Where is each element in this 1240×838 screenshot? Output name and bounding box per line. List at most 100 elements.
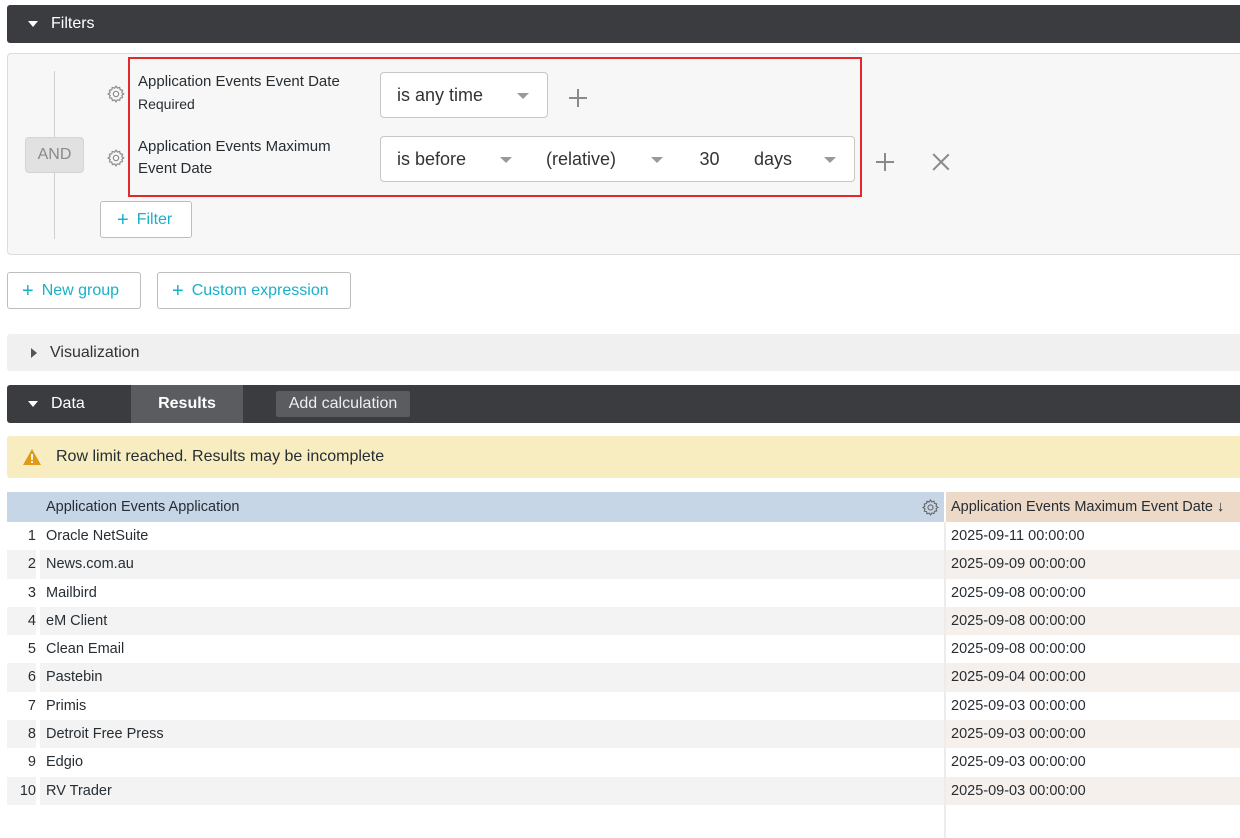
filter-field-label-max-event-date: Application Events Maximum Event Date bbox=[138, 136, 331, 180]
cell-application[interactable]: Clean Email bbox=[40, 635, 944, 664]
relative-value-input[interactable]: 30 bbox=[681, 136, 739, 182]
cell-application[interactable]: RV Trader bbox=[40, 776, 944, 805]
custom-expression-label: Custom expression bbox=[191, 281, 329, 299]
cell-max-event-date[interactable]: 2025-09-03 00:00:00 bbox=[946, 776, 1240, 805]
row-index: 2 bbox=[7, 550, 36, 579]
cell-application[interactable]: Detroit Free Press bbox=[40, 720, 944, 749]
plus-icon: + bbox=[22, 279, 34, 302]
table-body: 1 Oracle NetSuite 2025-09-11 00:00:00 2 News… bbox=[7, 522, 1240, 838]
table-row[interactable]: 3 Mailbird 2025-09-08 00:00:00 bbox=[7, 578, 1240, 607]
data-tab[interactable]: Data bbox=[51, 395, 85, 413]
field-label-line1: Application Events Maximum bbox=[138, 138, 331, 155]
column-header-max-event-date[interactable]: Application Events Maximum Event Date ↓ bbox=[946, 492, 1240, 522]
data-section-header: Data Results Add calculation bbox=[7, 385, 1240, 423]
column-header-application[interactable]: Application Events Application bbox=[40, 492, 944, 522]
table-row[interactable]: 5 Clean Email 2025-09-08 00:00:00 bbox=[7, 635, 1240, 664]
plus-icon[interactable] bbox=[876, 153, 894, 171]
field-label-line2: Event Date bbox=[138, 160, 213, 177]
table-row[interactable]: 6 Pastebin 2025-09-04 00:00:00 bbox=[7, 663, 1240, 692]
plus-icon: + bbox=[117, 208, 129, 231]
row-index: 6 bbox=[7, 663, 36, 692]
close-icon[interactable] bbox=[932, 153, 950, 171]
gear-icon[interactable] bbox=[106, 148, 126, 168]
unit-select[interactable]: days bbox=[738, 136, 855, 182]
caret-down-icon bbox=[824, 157, 836, 163]
custom-expression-button[interactable]: + Custom expression bbox=[157, 272, 351, 309]
operator-select-max-event-date[interactable]: is before bbox=[380, 136, 531, 182]
cell-application[interactable]: Pastebin bbox=[40, 663, 944, 692]
visualization-section-header[interactable]: Visualization bbox=[7, 334, 1240, 371]
row-index: 8 bbox=[7, 720, 36, 749]
table-row[interactable]: 7 Primis 2025-09-03 00:00:00 bbox=[7, 691, 1240, 721]
table-row[interactable]: 2 News.com.au 2025-09-09 00:00:00 bbox=[7, 550, 1240, 579]
cell-max-event-date[interactable]: 2025-09-09 00:00:00 bbox=[946, 550, 1240, 579]
operator-select-event-date[interactable]: is any time bbox=[380, 72, 548, 118]
results-table: Application Events Application Applicati… bbox=[7, 492, 1240, 838]
filters-title: Filters bbox=[51, 15, 95, 32]
caret-down-icon bbox=[500, 157, 512, 163]
add-filter-label: Filter bbox=[136, 210, 173, 228]
caret-down-icon bbox=[28, 21, 38, 27]
table-row[interactable]: 8 Detroit Free Press 2025-09-03 00:00:00 bbox=[7, 720, 1240, 749]
relative-value: 30 bbox=[699, 148, 720, 169]
field-label-line1: Application Events Event Date bbox=[138, 73, 340, 90]
filter-panel: AND Application Events Event Date Requir… bbox=[7, 53, 1240, 255]
row-index: 1 bbox=[7, 522, 36, 551]
mode-value: (relative) bbox=[546, 148, 617, 169]
caret-down-icon bbox=[517, 93, 529, 99]
operator-value: is any time bbox=[397, 84, 484, 105]
warning-text: Row limit reached. Results may be incomp… bbox=[56, 448, 385, 465]
cell-application[interactable]: Primis bbox=[40, 691, 944, 721]
cell-max-event-date[interactable]: 2025-09-03 00:00:00 bbox=[946, 748, 1240, 777]
row-index: 3 bbox=[7, 578, 36, 607]
column-header-label: Application Events Application bbox=[46, 499, 240, 515]
add-filter-button[interactable]: + Filter bbox=[100, 201, 192, 238]
cell-max-event-date[interactable]: 2025-09-04 00:00:00 bbox=[946, 663, 1240, 692]
table-row[interactable]: 10 RV Trader 2025-09-03 00:00:00 bbox=[7, 776, 1240, 805]
table-rows: 1 Oracle NetSuite 2025-09-11 00:00:00 2 News… bbox=[7, 522, 1240, 805]
cell-application[interactable]: eM Client bbox=[40, 606, 944, 636]
gear-icon[interactable] bbox=[106, 84, 126, 104]
plus-icon: + bbox=[172, 279, 184, 302]
cell-max-event-date[interactable]: 2025-09-08 00:00:00 bbox=[946, 578, 1240, 607]
table-row[interactable]: 1 Oracle NetSuite 2025-09-11 00:00:00 bbox=[7, 522, 1240, 551]
warning-icon bbox=[23, 449, 41, 465]
row-index: 4 bbox=[7, 606, 36, 636]
relative-mode-select[interactable]: (relative) bbox=[530, 136, 682, 182]
visualization-title: Visualization bbox=[50, 343, 140, 361]
cell-max-event-date[interactable]: 2025-09-03 00:00:00 bbox=[946, 720, 1240, 749]
plus-icon[interactable] bbox=[569, 89, 587, 107]
cell-application[interactable]: News.com.au bbox=[40, 550, 944, 579]
new-group-label: New group bbox=[41, 281, 120, 299]
tab-results[interactable]: Results bbox=[131, 385, 243, 423]
filters-section-header[interactable]: Filters bbox=[7, 5, 1240, 43]
index-header bbox=[7, 492, 40, 522]
add-calculation-button[interactable]: Add calculation bbox=[276, 391, 410, 417]
filter-field-label-event-date: Application Events Event Date Required bbox=[138, 71, 340, 115]
row-index: 9 bbox=[7, 748, 36, 777]
cell-max-event-date[interactable]: 2025-09-03 00:00:00 bbox=[946, 691, 1240, 721]
table-row[interactable]: 9 Edgio 2025-09-03 00:00:00 bbox=[7, 748, 1240, 777]
cell-max-event-date[interactable]: 2025-09-08 00:00:00 bbox=[946, 635, 1240, 664]
gear-icon[interactable] bbox=[921, 498, 940, 517]
row-index: 5 bbox=[7, 635, 36, 664]
cell-application[interactable]: Mailbird bbox=[40, 578, 944, 607]
results-tab-label: Results bbox=[158, 395, 216, 412]
field-label-line2: Required bbox=[138, 96, 195, 112]
caret-right-icon bbox=[31, 347, 37, 358]
cell-application[interactable]: Oracle NetSuite bbox=[40, 522, 944, 551]
row-index: 7 bbox=[7, 691, 36, 721]
logic-and-toggle[interactable]: AND bbox=[25, 137, 84, 173]
row-index: 10 bbox=[7, 776, 36, 805]
column-header-label: Application Events Maximum Event Date ↓ bbox=[951, 499, 1225, 515]
row-limit-warning: Row limit reached. Results may be incomp… bbox=[7, 436, 1240, 478]
table-header: Application Events Application Applicati… bbox=[7, 492, 1240, 522]
new-group-button[interactable]: + New group bbox=[7, 272, 141, 309]
cell-max-event-date[interactable]: 2025-09-08 00:00:00 bbox=[946, 606, 1240, 636]
cell-max-event-date[interactable]: 2025-09-11 00:00:00 bbox=[946, 522, 1240, 551]
caret-down-icon bbox=[651, 157, 663, 163]
table-row[interactable]: 4 eM Client 2025-09-08 00:00:00 bbox=[7, 606, 1240, 636]
cell-application[interactable]: Edgio bbox=[40, 748, 944, 777]
operator-value: is before bbox=[397, 148, 467, 169]
caret-down-icon[interactable] bbox=[28, 401, 38, 407]
